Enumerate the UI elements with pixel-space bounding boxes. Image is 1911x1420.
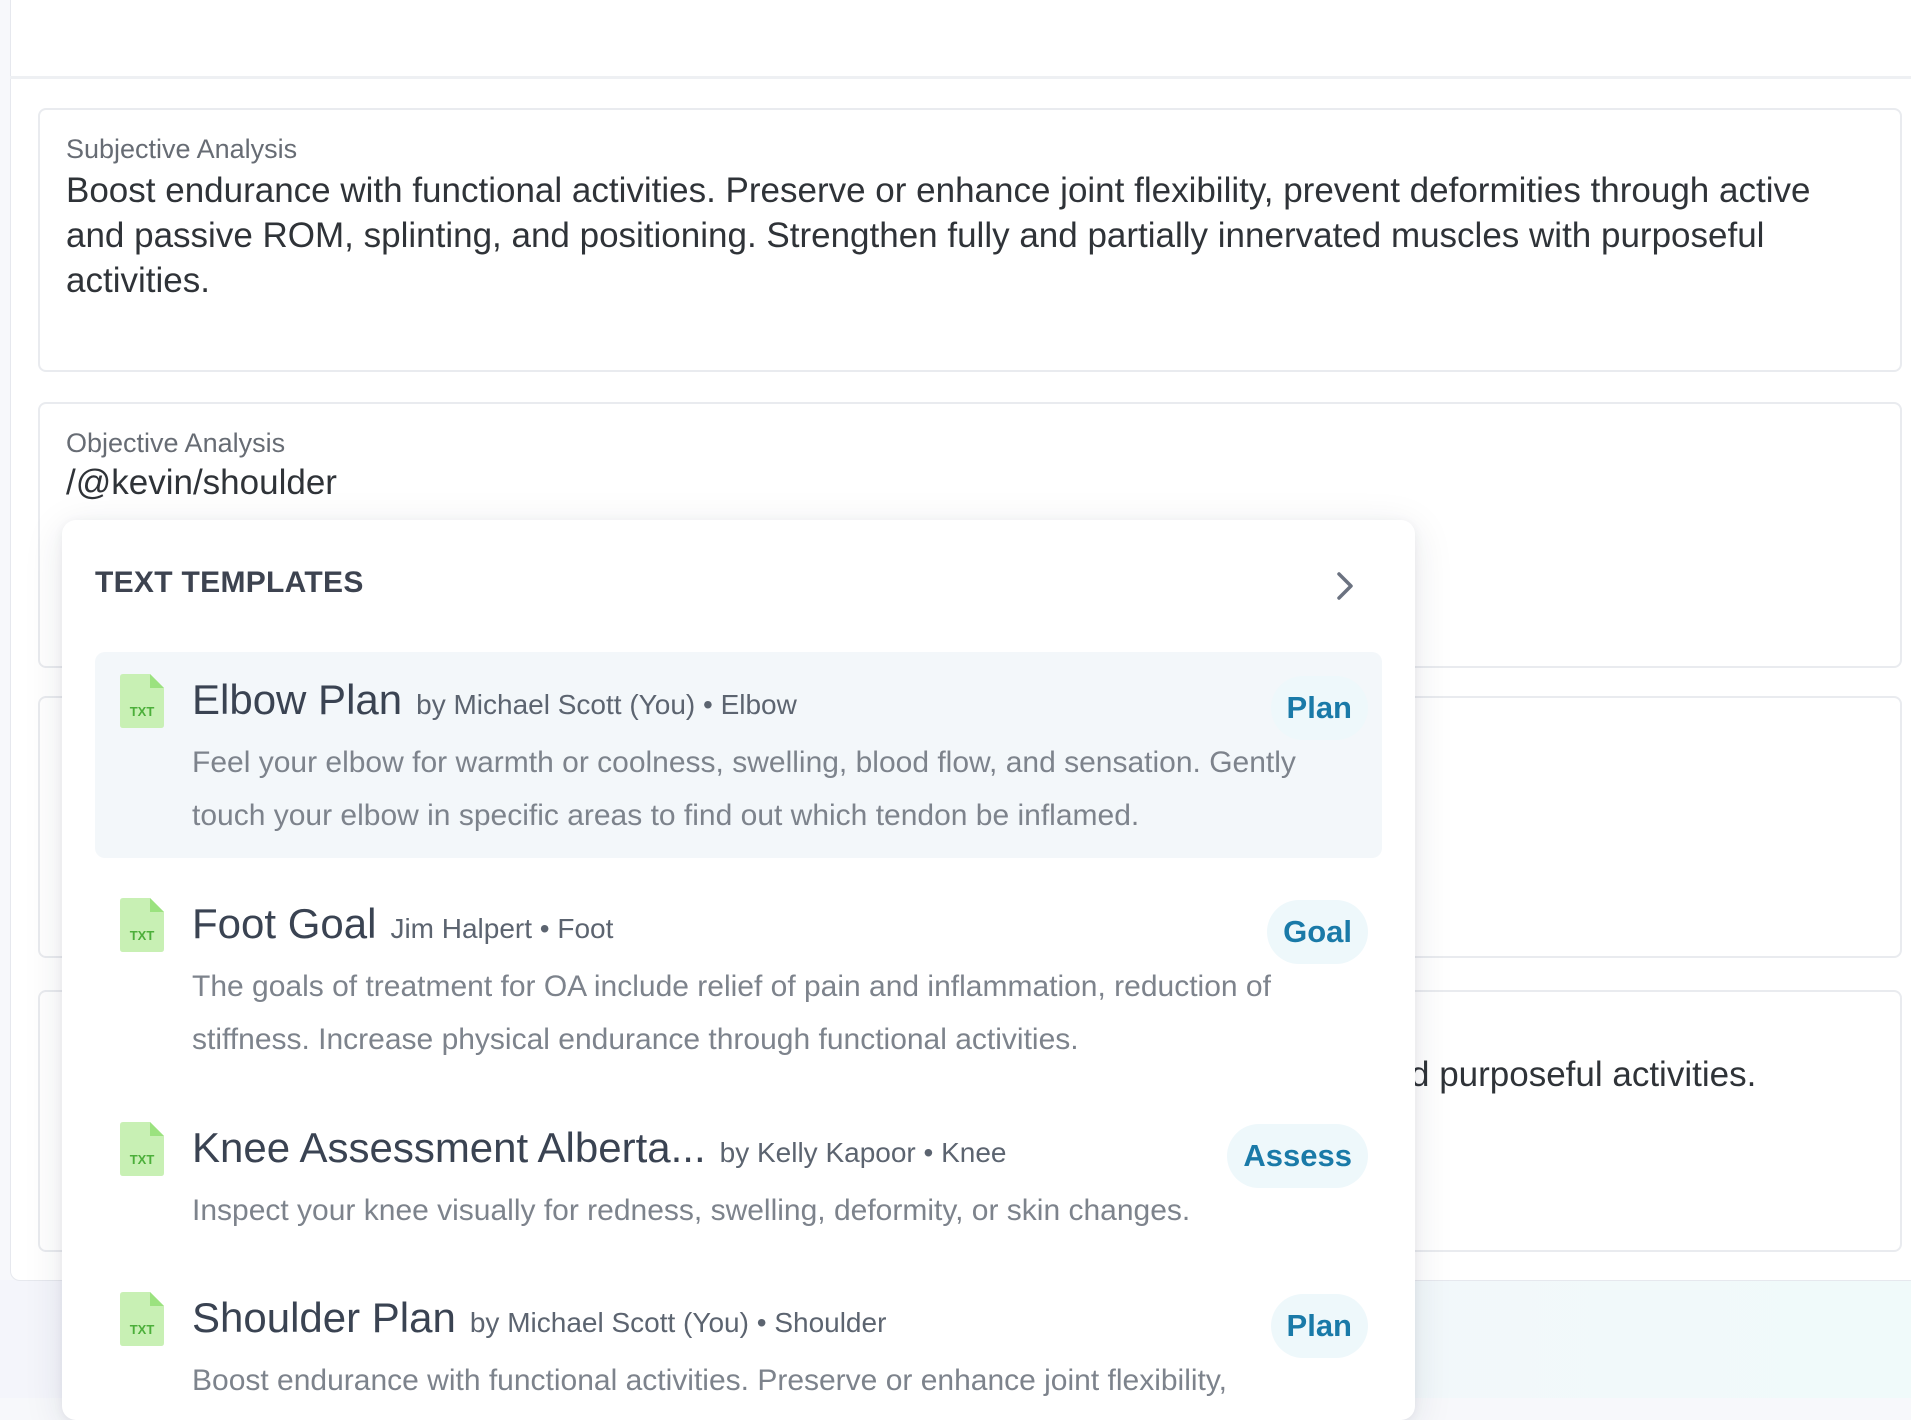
template-title: Shoulder Plan by Michael Scott (You) • Sh… xyxy=(192,1294,887,1341)
template-description: Feel your elbow for warmth or coolness, … xyxy=(192,746,1296,832)
svg-text:TXT: TXT xyxy=(130,1322,155,1337)
field-value[interactable]: Boost endurance with functional activiti… xyxy=(66,168,1840,303)
field-label: Objective Analysis xyxy=(66,428,286,458)
svg-text:TXT: TXT xyxy=(130,928,155,943)
template-item-foot-goal[interactable]: TXT Foot Goal Jim Halpert • Foot Goal The… xyxy=(95,876,1382,1082)
txt-file-icon: TXT xyxy=(120,1292,164,1346)
chevron-right-icon[interactable] xyxy=(1329,570,1361,602)
category-badge: Goal xyxy=(1267,900,1368,964)
svg-text:TXT: TXT xyxy=(130,704,155,719)
template-description: Inspect your knee visually for redness, … xyxy=(192,1194,1191,1227)
template-title: Elbow Plan by Michael Scott (You) • Elbow xyxy=(192,676,797,723)
divider xyxy=(10,76,1911,79)
template-meta: by Michael Scott (You) • Shoulder xyxy=(469,1307,887,1338)
template-meta: Jim Halpert • Foot xyxy=(390,913,614,944)
template-description: The goals of treatment for OA include re… xyxy=(192,970,1271,1056)
template-title: Foot Goal Jim Halpert • Foot xyxy=(192,900,614,947)
text-templates-dropdown: TEXT TEMPLATES TXT Elbow Plan by Michael … xyxy=(62,520,1415,1420)
template-item-elbow-plan[interactable]: TXT Elbow Plan by Michael Scott (You) • E… xyxy=(95,652,1382,858)
svg-text:TXT: TXT xyxy=(130,1152,155,1167)
txt-file-icon: TXT xyxy=(120,674,164,728)
template-meta: by Kelly Kapoor • Knee xyxy=(719,1137,1007,1168)
template-item-knee-assessment[interactable]: TXT Knee Assessment Alberta... by Kelly K… xyxy=(95,1100,1382,1250)
template-title: Knee Assessment Alberta... by Kelly Kapoo… xyxy=(192,1124,1007,1171)
template-description: Boost endurance with functional activiti… xyxy=(192,1364,1227,1397)
field-value[interactable]: d purposeful activities. xyxy=(1410,1052,1756,1097)
field-label: Subjective Analysis xyxy=(66,134,298,164)
field-value[interactable]: /@kevin/shoulder xyxy=(66,460,1840,505)
category-badge: Plan xyxy=(1270,676,1368,740)
subjective-analysis-field[interactable]: Subjective Analysis Boost endurance with… xyxy=(38,108,1902,372)
category-badge: Assess xyxy=(1227,1124,1368,1188)
template-meta: by Michael Scott (You) • Elbow xyxy=(416,689,797,720)
category-badge: Plan xyxy=(1270,1294,1368,1358)
txt-file-icon: TXT xyxy=(120,1122,164,1176)
txt-file-icon: TXT xyxy=(120,898,164,952)
dropdown-title: TEXT TEMPLATES xyxy=(95,566,364,599)
